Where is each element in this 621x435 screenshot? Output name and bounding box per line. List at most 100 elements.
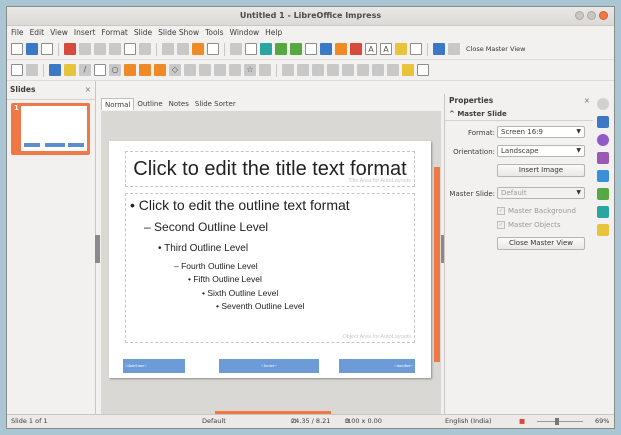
tab-slide-sorter[interactable]: Slide Sorter: [192, 98, 239, 110]
spelling-icon[interactable]: [207, 43, 219, 55]
display-views-icon[interactable]: [245, 43, 257, 55]
print-icon[interactable]: [79, 43, 91, 55]
template-icon[interactable]: [26, 43, 38, 55]
menu-view[interactable]: View: [50, 28, 68, 37]
line-icon[interactable]: /: [79, 64, 91, 76]
line-color-icon[interactable]: [49, 64, 61, 76]
vertical-scrollbar[interactable]: [434, 167, 440, 362]
distribute-icon[interactable]: [327, 64, 339, 76]
undo-icon[interactable]: [162, 43, 174, 55]
format-dropdown[interactable]: Screen 16:9 ▼: [497, 126, 585, 138]
media-icon[interactable]: [335, 43, 347, 55]
lines-arrows-icon[interactable]: [124, 64, 136, 76]
master-slide-section-header[interactable]: ^ Master Slide: [445, 108, 593, 121]
close-master-view-toolbar-button[interactable]: Close Master View: [466, 45, 525, 53]
status-language[interactable]: English (India): [445, 415, 492, 428]
export-pdf-icon[interactable]: [64, 43, 76, 55]
number-placeholder[interactable]: <number>: [339, 359, 415, 373]
sidebar-transition-icon[interactable]: [597, 170, 609, 182]
clone-formatting-icon[interactable]: [139, 43, 151, 55]
shadow-icon[interactable]: [342, 64, 354, 76]
stars-icon[interactable]: ☆: [244, 64, 256, 76]
copy-icon[interactable]: [109, 43, 121, 55]
start-slideshow-icon[interactable]: [275, 43, 287, 55]
outline-placeholder[interactable]: • Click to edit the outline text format …: [125, 193, 415, 343]
zoom-slider[interactable]: [537, 421, 583, 422]
new-icon[interactable]: [11, 43, 23, 55]
slide-canvas[interactable]: Click to edit the title text format Titl…: [101, 111, 441, 417]
menu-help[interactable]: Help: [265, 28, 282, 37]
maximize-button[interactable]: [587, 11, 596, 20]
arrange-icon[interactable]: [312, 64, 324, 76]
points-icon[interactable]: [372, 64, 384, 76]
menu-format[interactable]: Format: [101, 28, 127, 37]
title-placeholder[interactable]: Click to edit the title text format Titl…: [125, 151, 415, 187]
paste-icon[interactable]: [124, 43, 136, 55]
master-slide-view-icon[interactable]: [433, 43, 445, 55]
sidebar-gallery-icon[interactable]: [597, 206, 609, 218]
sidebar-properties-icon[interactable]: [597, 116, 609, 128]
signature-icon[interactable]: ■: [519, 415, 525, 428]
cut-icon[interactable]: [94, 43, 106, 55]
table-icon[interactable]: [305, 43, 317, 55]
flowchart-icon[interactable]: [214, 64, 226, 76]
menu-tools[interactable]: Tools: [205, 28, 223, 37]
fontwork-icon[interactable]: A: [380, 43, 392, 55]
ellipse-icon[interactable]: ○: [109, 64, 121, 76]
minimize-button[interactable]: [575, 11, 584, 20]
zoom-icon[interactable]: [26, 64, 38, 76]
tab-normal[interactable]: Normal: [101, 98, 135, 110]
menu-window[interactable]: Window: [230, 28, 260, 37]
sidebar-styles-icon[interactable]: [597, 188, 609, 200]
date-placeholder[interactable]: <date/time>: [123, 359, 185, 373]
slides-pane-close-button[interactable]: ×: [85, 81, 91, 99]
menu-file[interactable]: File: [11, 28, 24, 37]
connectors-icon[interactable]: [154, 64, 166, 76]
redo-icon[interactable]: [177, 43, 189, 55]
toggle-extrusion-icon[interactable]: [402, 64, 414, 76]
master-background-checkbox[interactable]: ✓ Master Background: [497, 207, 576, 215]
rectangle-icon[interactable]: [94, 64, 106, 76]
properties-close-button[interactable]: ×: [584, 94, 590, 108]
image-icon[interactable]: [320, 43, 332, 55]
footer-placeholder[interactable]: <footer>: [219, 359, 319, 373]
show-draw-functions-icon[interactable]: [410, 43, 422, 55]
sidebar-navigator-icon[interactable]: [597, 224, 609, 236]
find-replace-icon[interactable]: [192, 43, 204, 55]
insert-image-button[interactable]: Insert Image: [497, 164, 585, 177]
menu-slide-show[interactable]: Slide Show: [158, 28, 199, 37]
open-icon[interactable]: [41, 43, 53, 55]
master-objects-checkbox[interactable]: ✓ Master Objects: [497, 221, 561, 229]
slides-pane-resize-handle[interactable]: [95, 235, 100, 263]
tab-notes[interactable]: Notes: [166, 98, 192, 110]
status-zoom[interactable]: 69%: [595, 415, 609, 428]
block-arrows-icon[interactable]: [199, 64, 211, 76]
menu-slide[interactable]: Slide: [134, 28, 152, 37]
select-icon[interactable]: [11, 64, 23, 76]
new-master-icon[interactable]: [448, 43, 460, 55]
align-icon[interactable]: [297, 64, 309, 76]
glue-points-icon[interactable]: [387, 64, 399, 76]
crop-icon[interactable]: [357, 64, 369, 76]
textbox-icon[interactable]: A: [365, 43, 377, 55]
menu-edit[interactable]: Edit: [30, 28, 45, 37]
slideshow-current-icon[interactable]: [290, 43, 302, 55]
tab-outline[interactable]: Outline: [134, 98, 165, 110]
sidebar-master-slides-icon[interactable]: [597, 134, 609, 146]
sidebar-settings-icon[interactable]: [597, 98, 609, 110]
callouts-icon[interactable]: [229, 64, 241, 76]
zoom-slider-handle[interactable]: [555, 418, 559, 425]
slide-thumbnail[interactable]: 1: [11, 103, 90, 155]
curves-icon[interactable]: [139, 64, 151, 76]
3d-objects-icon[interactable]: [259, 64, 271, 76]
fill-color-icon[interactable]: [64, 64, 76, 76]
rotate-icon[interactable]: [282, 64, 294, 76]
hyperlink-icon[interactable]: [395, 43, 407, 55]
grid-icon[interactable]: [230, 43, 242, 55]
basic-shapes-icon[interactable]: ◇: [169, 64, 181, 76]
sidebar-animation-icon[interactable]: [597, 152, 609, 164]
menu-insert[interactable]: Insert: [74, 28, 96, 37]
master-slide-icon[interactable]: [260, 43, 272, 55]
master-slide-dropdown[interactable]: Default ▼: [497, 187, 585, 199]
chart-icon[interactable]: [350, 43, 362, 55]
